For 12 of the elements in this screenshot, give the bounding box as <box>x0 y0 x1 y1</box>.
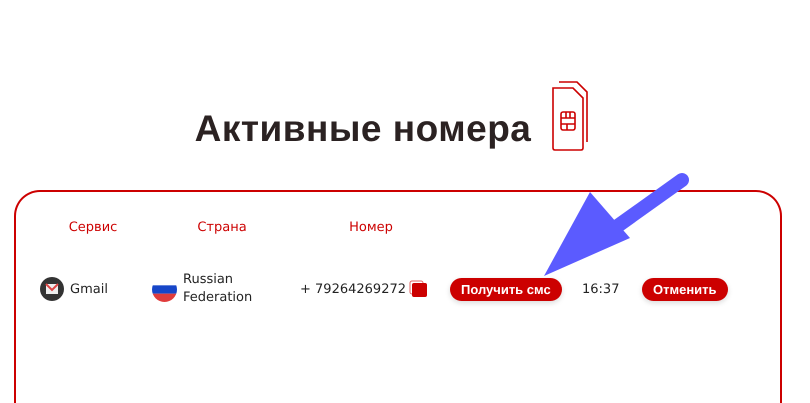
envelope-icon <box>40 277 64 301</box>
cancel-button[interactable]: Отменить <box>642 278 728 300</box>
country-name: Russian Federation <box>183 271 254 307</box>
page-title: Активные номера <box>194 108 532 150</box>
column-header: Сервис <box>68 220 118 235</box>
column-header: Страна <box>196 220 248 235</box>
get-sms-button[interactable]: Получить смс <box>450 278 562 300</box>
copy-icon[interactable] <box>409 280 428 298</box>
service-name: Gmail <box>70 282 108 296</box>
phone-number: + 79264269272 <box>300 282 406 296</box>
column-header: Номер <box>348 220 394 235</box>
time-text: 16:37 <box>582 282 620 296</box>
